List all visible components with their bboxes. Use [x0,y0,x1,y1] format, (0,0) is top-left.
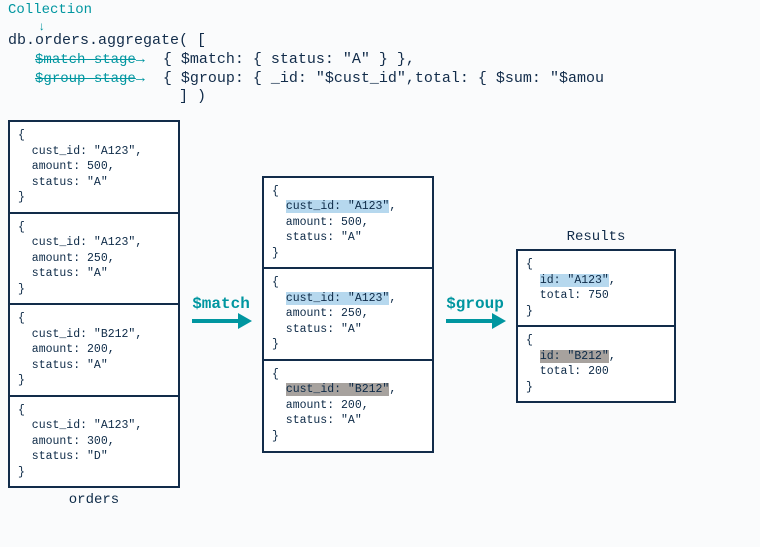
match-stage-label: $match stage [35,52,136,68]
collection-label: Collection [8,2,92,18]
aggregate-code: db.orders.aggregate( [ $match stage→ { $… [8,32,604,107]
doc-item: { cust_id: "A123", amount: 300, status: … [10,395,178,487]
arrow-right-icon: → [136,51,145,68]
arrow-right-icon [444,309,506,333]
results-column-wrapper: Results { id: "A123", total: 750 }{ id: … [516,225,676,403]
results-column: { id: "A123", total: 750 }{ id: "B212", … [516,249,676,403]
results-label: Results [516,225,676,249]
code-prefix: db.orders.aggregate( [ [8,32,206,49]
doc-item: { cust_id: "A123", amount: 250, status: … [264,267,432,359]
matched-column: { cust_id: "A123", amount: 500, status: … [262,176,434,453]
doc-item: { cust_id: "A123", amount: 500, status: … [10,122,178,212]
match-code: { $match: { status: "A" } }, [163,51,415,68]
result-item: { id: "B212", total: 200 } [518,325,674,401]
arrow-right-icon: → [136,70,145,87]
code-closing: ] ) [179,88,206,105]
group-code: { $group: { _id: "$cust_id",total: { $su… [163,70,604,87]
orders-column: { cust_id: "A123", amount: 500, status: … [8,120,180,488]
doc-item: { cust_id: "A123", amount: 250, status: … [10,212,178,304]
orders-label: orders [8,492,180,508]
match-arrow: $match [180,295,262,333]
pipeline-diagram: { cust_id: "A123", amount: 500, status: … [8,120,676,508]
group-stage-label: $group stage [35,71,136,87]
arrow-right-icon [190,309,252,333]
doc-item: { cust_id: "B212", amount: 200, status: … [264,359,432,451]
result-item: { id: "A123", total: 750 } [518,251,674,325]
doc-item: { cust_id: "B212", amount: 200, status: … [10,303,178,395]
doc-item: { cust_id: "A123", amount: 500, status: … [264,178,432,268]
orders-column-wrapper: { cust_id: "A123", amount: 500, status: … [8,120,180,508]
group-arrow: $group [434,295,516,333]
